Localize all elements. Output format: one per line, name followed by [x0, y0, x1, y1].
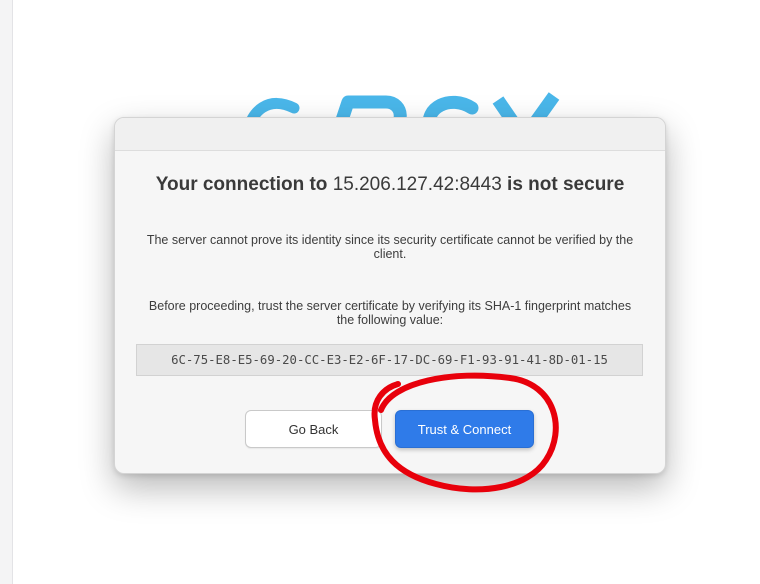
sha1-fingerprint: 6C-75-E8-E5-69-20-CC-E3-E2-6F-17-DC-69-F…	[136, 344, 643, 376]
left-edge-panel	[0, 0, 13, 584]
trust-connect-button[interactable]: Trust & Connect	[395, 410, 534, 448]
security-message: The server cannot prove its identity sin…	[146, 233, 634, 261]
certificate-warning-dialog: Your connection to 15.206.127.42:8443 is…	[114, 117, 666, 474]
dialog-heading: Your connection to 15.206.127.42:8443 is…	[155, 174, 625, 196]
heading-prefix: Your connection to	[155, 174, 328, 195]
fingerprint-instruction: Before proceeding, trust the server cert…	[148, 299, 632, 327]
go-back-button[interactable]: Go Back	[245, 410, 382, 448]
heading-suffix: is not secure	[507, 174, 625, 195]
dialog-titlebar	[115, 118, 665, 151]
app-window: Your connection to 15.206.127.42:8443 is…	[0, 0, 760, 584]
server-address: 15.206.127.42:8443	[332, 174, 502, 195]
